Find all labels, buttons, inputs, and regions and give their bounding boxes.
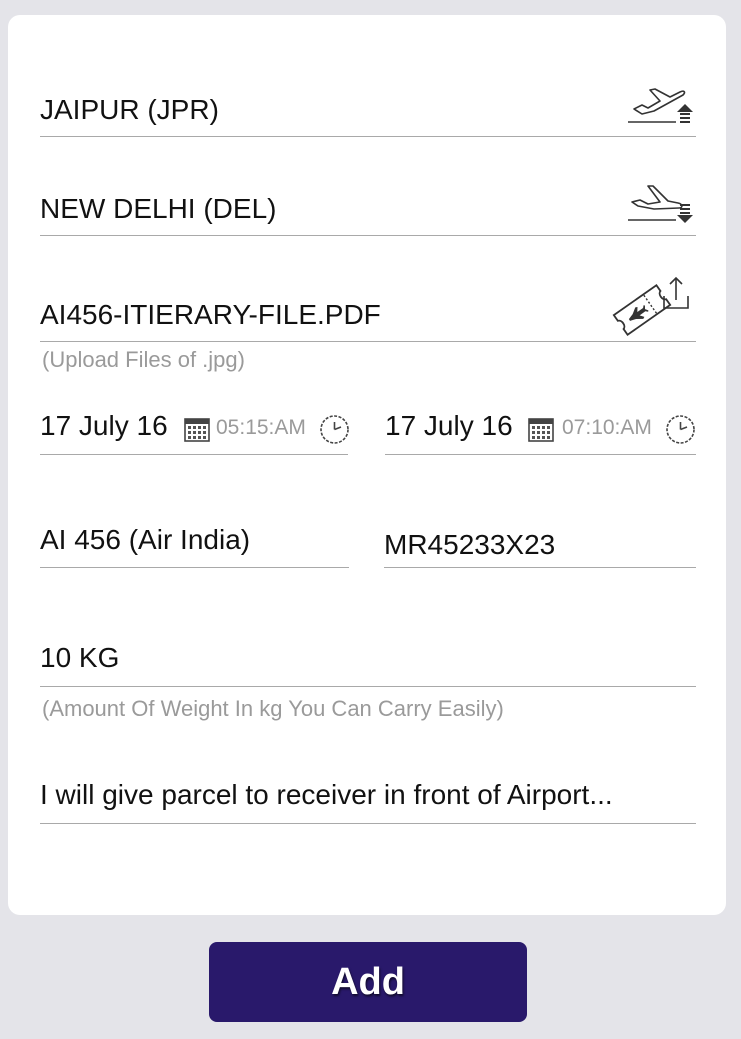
pnr-field[interactable]: MR45233X23 (384, 510, 696, 568)
delivery-note-field[interactable]: I will give parcel to receiver in front … (40, 766, 696, 824)
departure-date: 17 July 16 (40, 410, 168, 441)
itinerary-hint: (Upload Files of .jpg) (42, 347, 245, 372)
destination-field[interactable]: NEW DELHI (DEL) (40, 178, 696, 236)
calendar-icon[interactable] (184, 416, 210, 442)
landing-icon (628, 185, 693, 223)
calendar-icon[interactable] (528, 416, 554, 442)
clock-icon[interactable] (319, 414, 350, 445)
itinerary-upload-field[interactable]: AI456-ITIERARY-FILE.PDF (40, 270, 696, 342)
origin-value: JAIPUR (JPR) (40, 94, 219, 125)
weight-hint: (Amount Of Weight In kg You Can Carry Ea… (42, 696, 504, 721)
arrival-time: 07:10:AM (562, 416, 652, 439)
delivery-note-value: I will give parcel to receiver in front … (40, 779, 613, 810)
arrival-date: 17 July 16 (385, 410, 513, 441)
arrival-datetime-field[interactable]: 17 July 16 07:10:AM (385, 392, 696, 455)
weight-value: 10 KG (40, 642, 120, 673)
departure-datetime-field[interactable]: 17 July 16 05:15:AM (40, 392, 350, 455)
destination-value: NEW DELHI (DEL) (40, 193, 277, 224)
origin-field[interactable]: JAIPUR (JPR) (40, 80, 696, 137)
weight-field[interactable]: 10 KG (40, 628, 696, 687)
takeoff-icon (628, 88, 693, 123)
departure-time: 05:15:AM (216, 416, 306, 439)
add-button[interactable]: Add (209, 942, 527, 1022)
ticket-upload-icon[interactable] (612, 270, 694, 338)
flight-value: AI 456 (Air India) (40, 524, 251, 555)
pnr-value: MR45233X23 (384, 529, 556, 560)
itinerary-file-name: AI456-ITIERARY-FILE.PDF (40, 299, 381, 330)
flight-field[interactable]: AI 456 (Air India) (40, 510, 349, 568)
clock-icon[interactable] (665, 414, 696, 445)
